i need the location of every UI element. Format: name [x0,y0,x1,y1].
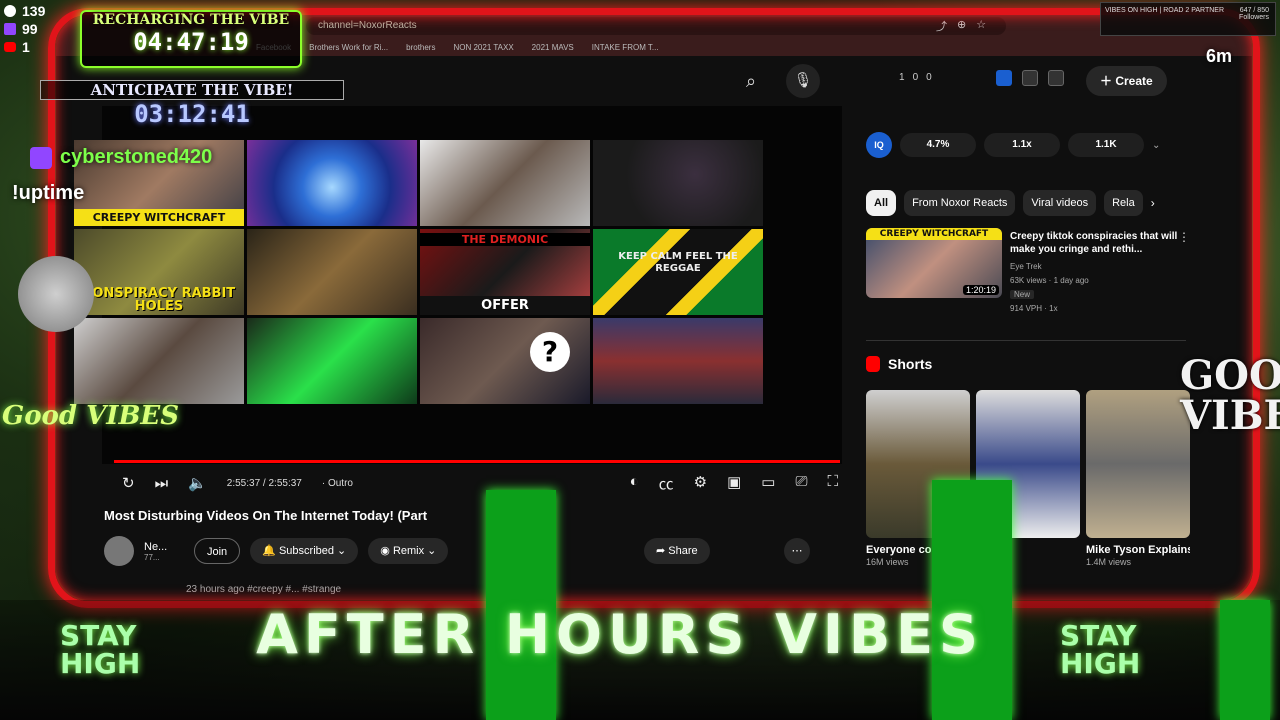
goal-panel: VIBES ON HIGH | ROAD 2 PARTNER 647 / 850… [1100,2,1276,36]
after-hours-logo: AFTER HOURS VIBES [256,603,984,666]
twitch-icon [4,23,16,35]
building-far-right [1220,600,1270,720]
count-youtube: 1 [22,39,30,55]
recharge-timer: RECHARGING THE VIBE 04:47:19 [80,10,302,68]
goal-sub: Followers [1239,14,1269,21]
chat-user: cyberstoned420 [30,146,212,169]
count-total: 139 [22,3,46,19]
stay-high-logo-left: STAY HIGH [60,619,141,680]
anticipate-timer: ANTICIPATE THE VIBE! 03:12:41 [40,80,344,128]
count-twitch: 99 [22,21,38,37]
viewers-icon [4,5,16,17]
viewer-counts: 139 99 1 [4,2,45,56]
anticipate-label: ANTICIPATE THE VIBE! [40,80,344,100]
chat-command: !uptime [12,182,85,204]
recharge-label: RECHARGING THE VIBE [92,12,290,28]
cat-mascot-icon [18,256,94,332]
building-right [932,480,1012,720]
anticipate-time: 03:12:41 [134,100,250,128]
timer-6m: 6m [1206,46,1233,66]
recharge-time: 04:47:19 [133,28,249,56]
youtube-icon [4,42,16,52]
stay-high-logo-right: STAY HIGH [1060,619,1141,680]
goal-count: 647 / 850 [1239,7,1269,14]
good-vibes-logo-right: GOOD VIBES [1180,352,1280,439]
twitch-icon [30,146,52,169]
chat-username: cyberstoned420 [60,146,213,168]
good-vibes-logo-left: Good VIBES [2,401,180,431]
